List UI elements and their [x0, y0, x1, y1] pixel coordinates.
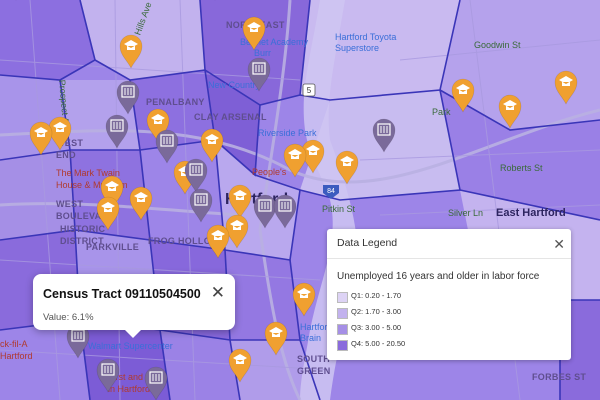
label-west-2: WEST — [56, 199, 83, 209]
legend-title: Data Legend — [337, 237, 398, 249]
census-tract-popup: Census Tract 09110504500 Value: 6.1% ✕ — [33, 274, 235, 338]
legend-item-label: Q3: 3.00 - 5.00 — [351, 323, 402, 332]
legend-item-label: Q2: 1.70 - 3.00 — [351, 307, 402, 316]
legend-swatch — [337, 308, 348, 319]
label-first-last-2: in Hartford — [108, 384, 150, 394]
popup-close-icon[interactable]: ✕ — [211, 283, 225, 303]
route-5-shield: 5 — [302, 83, 316, 97]
legend-swatch — [337, 292, 348, 303]
label-silver-ln: Silver Ln — [448, 208, 483, 218]
label-pitkin-st: Pitkin St — [322, 204, 356, 214]
data-legend: Data Legend ✕ Unemployed 16 years and ol… — [327, 229, 571, 360]
label-penalbany: PENALBANY — [146, 97, 205, 107]
label-walmart: Walmart Supercenter — [88, 341, 173, 351]
legend-item-label: Q4: 5.00 - 20.50 — [351, 339, 406, 348]
label-goodwin-st: Goodwin St — [474, 40, 521, 50]
label-fil-a-2: Hartford — [0, 351, 33, 361]
label-toyota-2: Superstore — [335, 43, 379, 53]
label-peoples: People's — [252, 167, 287, 177]
label-riverside-park: Riverside Park — [258, 128, 317, 138]
label-roberts-st: Roberts St — [500, 163, 543, 173]
label-bennet-2: Burr — [254, 48, 271, 58]
label-park: Park — [432, 107, 451, 117]
legend-swatch — [337, 340, 348, 351]
legend-close-icon[interactable]: ✕ — [553, 236, 565, 253]
label-historic: HISTORIC — [60, 224, 105, 234]
legend-subtitle: Unemployed 16 years and older in labor f… — [337, 271, 540, 282]
label-fil-a-1: ck-fil-A — [0, 339, 28, 349]
label-hartford-brain-2: Brain — [300, 333, 321, 343]
svg-text:5: 5 — [307, 86, 312, 95]
label-toyota-1: Hartford Toyota — [335, 32, 396, 42]
popup-value: Value: 6.1% — [43, 312, 94, 323]
label-clay-arsenal: CLAY ARSENAL — [194, 112, 267, 122]
label-forbes-st: FORBES ST — [532, 372, 586, 382]
label-end: END — [56, 150, 76, 160]
popup-title: Census Tract 09110504500 — [43, 287, 201, 301]
label-green: GREEN — [297, 366, 331, 376]
svg-text:84: 84 — [327, 188, 335, 195]
legend-swatch — [337, 324, 348, 335]
label-east-hartford: East Hartford — [496, 207, 566, 219]
label-south: SOUTH — [297, 354, 330, 364]
legend-header: Data Legend ✕ — [327, 229, 571, 259]
tract-polygon[interactable] — [225, 250, 300, 340]
legend-item-label: Q1: 0.20 - 1.70 — [351, 291, 402, 300]
label-parkville: PARKVILLE — [86, 242, 139, 252]
